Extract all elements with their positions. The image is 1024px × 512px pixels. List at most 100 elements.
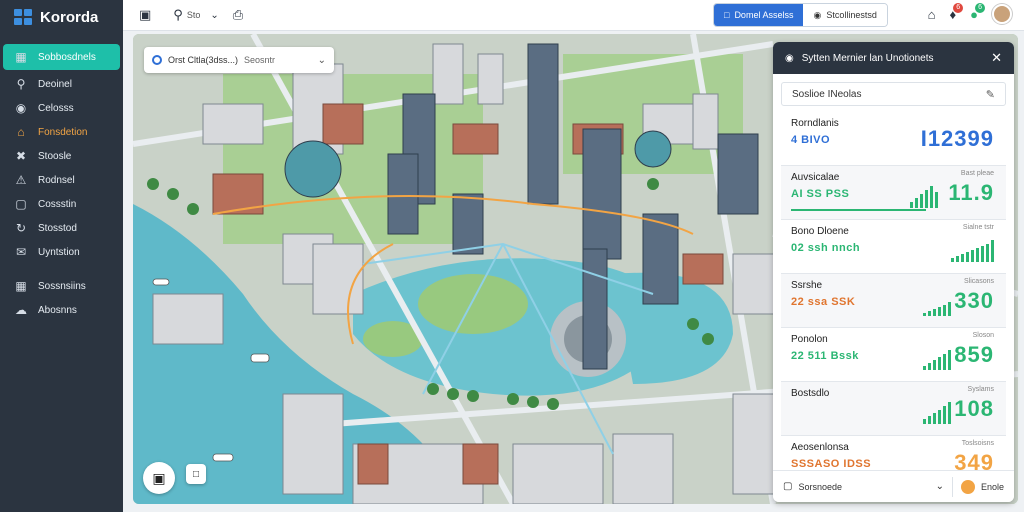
panel-search-text: Soslioe INeolas bbox=[792, 88, 862, 100]
sidebar-item-label: Stosstod bbox=[38, 222, 77, 234]
metric-value: 330 bbox=[954, 288, 994, 313]
print-icon[interactable]: ⎙ bbox=[233, 7, 243, 23]
search-icon[interactable]: ⚲ bbox=[173, 7, 183, 23]
spark-bar bbox=[981, 246, 984, 262]
sidebar-item-routes[interactable]: ↻ Stosstod bbox=[0, 216, 123, 240]
spark-bar bbox=[938, 307, 941, 316]
metric-caption: Slicasons bbox=[964, 278, 994, 285]
domain-assets-button[interactable]: □ Domel Asselss bbox=[714, 4, 804, 26]
spark-bar bbox=[938, 410, 941, 424]
location-icon: ◉ bbox=[15, 101, 27, 115]
metric-value: 11.9 bbox=[948, 180, 994, 205]
cube-icon: □ bbox=[724, 10, 730, 20]
spark-bar bbox=[991, 240, 994, 262]
close-icon[interactable]: ✕ bbox=[991, 50, 1002, 66]
sidebar-item-chat[interactable]: ✉ Uyntstion bbox=[0, 240, 123, 264]
sidebar-item-building[interactable]: ⌂ Fonsdetion bbox=[0, 120, 123, 144]
doc-icon: ▢ bbox=[15, 197, 27, 211]
chevron-down-icon[interactable]: ⌄ bbox=[210, 10, 218, 21]
toggle-icon bbox=[960, 479, 975, 494]
footer-source-button[interactable]: ▢ Sorsnoede ⌄ bbox=[783, 476, 953, 497]
spark-bar bbox=[920, 194, 923, 208]
layers-button[interactable]: □ bbox=[186, 464, 206, 484]
status-badge: 6 bbox=[975, 2, 985, 13]
snapshot-button[interactable]: ▣ bbox=[143, 462, 175, 494]
bell-icon[interactable]: ♦ 6 bbox=[950, 2, 964, 22]
metric-value: 108 bbox=[954, 396, 994, 421]
footer-left-label: Sorsnoede bbox=[798, 481, 842, 492]
sidebar-item-label: Stoosle bbox=[38, 150, 72, 162]
camera-icon: ▣ bbox=[152, 469, 166, 486]
spark-bar bbox=[933, 360, 936, 370]
spark-bar bbox=[971, 250, 974, 262]
logo-icon bbox=[14, 9, 32, 25]
toolbar-tool-label: Sto bbox=[186, 10, 201, 20]
sidebar-item-label: Fonsdetion bbox=[38, 126, 88, 138]
metric-sparkbars bbox=[923, 402, 951, 424]
shield-icon: ◉ bbox=[785, 52, 794, 64]
alert-icon: ⚠ bbox=[15, 173, 27, 187]
metric-row[interactable]: Ponolon 22 511 Bssk Sloson 859 bbox=[781, 328, 1006, 382]
sidebar-item-docs[interactable]: ▢ Cossstin bbox=[0, 192, 123, 216]
spark-bar bbox=[923, 366, 926, 370]
panel-title: Sytten Mernier lan Unotionets bbox=[801, 52, 934, 64]
spark-bar bbox=[948, 402, 951, 424]
top-toolbar: ▣ ⚲ Sto ⌄ ⎙ □ Domel Asselss ◉ Stcollines… bbox=[123, 0, 1024, 31]
sidebar-item-location[interactable]: ◉ Celosss bbox=[0, 96, 123, 120]
chevron-down-icon: ⌄ bbox=[935, 481, 944, 492]
chevron-down-icon[interactable]: ⌄ bbox=[318, 55, 326, 66]
metric-value: 859 bbox=[954, 342, 994, 367]
sidebar-item-grid[interactable]: ▦ Sossnsiins bbox=[0, 274, 123, 298]
sidebar-item-alerts[interactable]: ⚠ Rodnsel bbox=[0, 168, 123, 192]
footer-enable-button[interactable]: Enole bbox=[960, 479, 1004, 494]
spark-bar bbox=[923, 419, 926, 424]
home-icon[interactable]: ⌂ bbox=[928, 7, 936, 22]
footer-right-label: Enole bbox=[980, 481, 1004, 492]
metric-row[interactable]: Ssrshe 22 ssa SSK Slicasons 330 bbox=[781, 274, 1006, 328]
sidebar-item-search[interactable]: ⚲ Deoinel bbox=[0, 72, 123, 96]
toolbar-right: ⌂ ♦ 6 ● 6 bbox=[928, 2, 1012, 24]
spark-bar bbox=[948, 302, 951, 316]
brand[interactable]: Kororda bbox=[0, 0, 123, 34]
layers-icon: □ bbox=[192, 468, 200, 480]
location-pin-icon bbox=[152, 55, 162, 65]
metrics-panel: ◉ Sytten Mernier lan Unotionets ✕ Soslio… bbox=[773, 42, 1014, 502]
sidebar-item-label: Rodnsel bbox=[38, 174, 75, 186]
map-search-bar[interactable]: Orst Cltla(3dss...) Seosntr ⌄ bbox=[144, 47, 334, 73]
spark-bar bbox=[961, 254, 964, 262]
panel-header: ◉ Sytten Mernier lan Unotionets ✕ bbox=[773, 42, 1014, 74]
sidebar-item-tools[interactable]: ✖ Stoosle bbox=[0, 144, 123, 168]
metric-row[interactable]: Bostsdlo Syslams 108 bbox=[781, 382, 1006, 436]
spark-bar bbox=[986, 244, 989, 262]
metric-row[interactable]: Bono Dloene 02 ssh nnch Sialne tstr bbox=[781, 220, 1006, 274]
panel-search-input[interactable]: Soslioe INeolas ✎ bbox=[781, 82, 1006, 106]
segment-label: Stcollinestsd bbox=[826, 10, 877, 20]
sidebar-item-cloud[interactable]: ☁ Abosnns bbox=[0, 298, 123, 322]
spark-bar bbox=[956, 256, 959, 262]
metric-caption: Toslsoisns bbox=[961, 440, 994, 447]
settings-toggle-button[interactable]: ◉ Stcollinestsd bbox=[803, 4, 887, 26]
avatar[interactable] bbox=[992, 4, 1012, 24]
edit-icon[interactable]: ✎ bbox=[986, 88, 995, 101]
layers-icon[interactable]: ▣ bbox=[139, 7, 151, 23]
sidebar-item-label: Cossstin bbox=[38, 198, 77, 210]
chat-icon: ✉ bbox=[15, 245, 27, 259]
metric-row[interactable]: Rorndlanis 4 BIVO I12399 bbox=[781, 112, 1006, 166]
spark-bar bbox=[928, 416, 931, 424]
sidebar-item-dashboard[interactable]: ▦ Sobbosdnels bbox=[3, 44, 120, 70]
spark-bar bbox=[933, 413, 936, 424]
metric-sparkbars bbox=[923, 348, 951, 370]
status-icon[interactable]: ● 6 bbox=[970, 2, 985, 22]
sidebar-item-label: Abosnns bbox=[38, 304, 77, 316]
spark-bar bbox=[910, 202, 913, 208]
shield-icon: ◉ bbox=[813, 9, 822, 20]
metric-sparkbars bbox=[951, 240, 994, 262]
building-icon: ⌂ bbox=[17, 125, 25, 139]
app-name: Kororda bbox=[40, 8, 99, 26]
spark-bar bbox=[943, 305, 946, 316]
metric-value: I12399 bbox=[920, 126, 994, 151]
spark-bar bbox=[948, 350, 951, 370]
spark-bar bbox=[943, 406, 946, 424]
metric-row[interactable]: Auvsicalae AI SS PSS Bast pleae 11.9 bbox=[781, 166, 1006, 220]
